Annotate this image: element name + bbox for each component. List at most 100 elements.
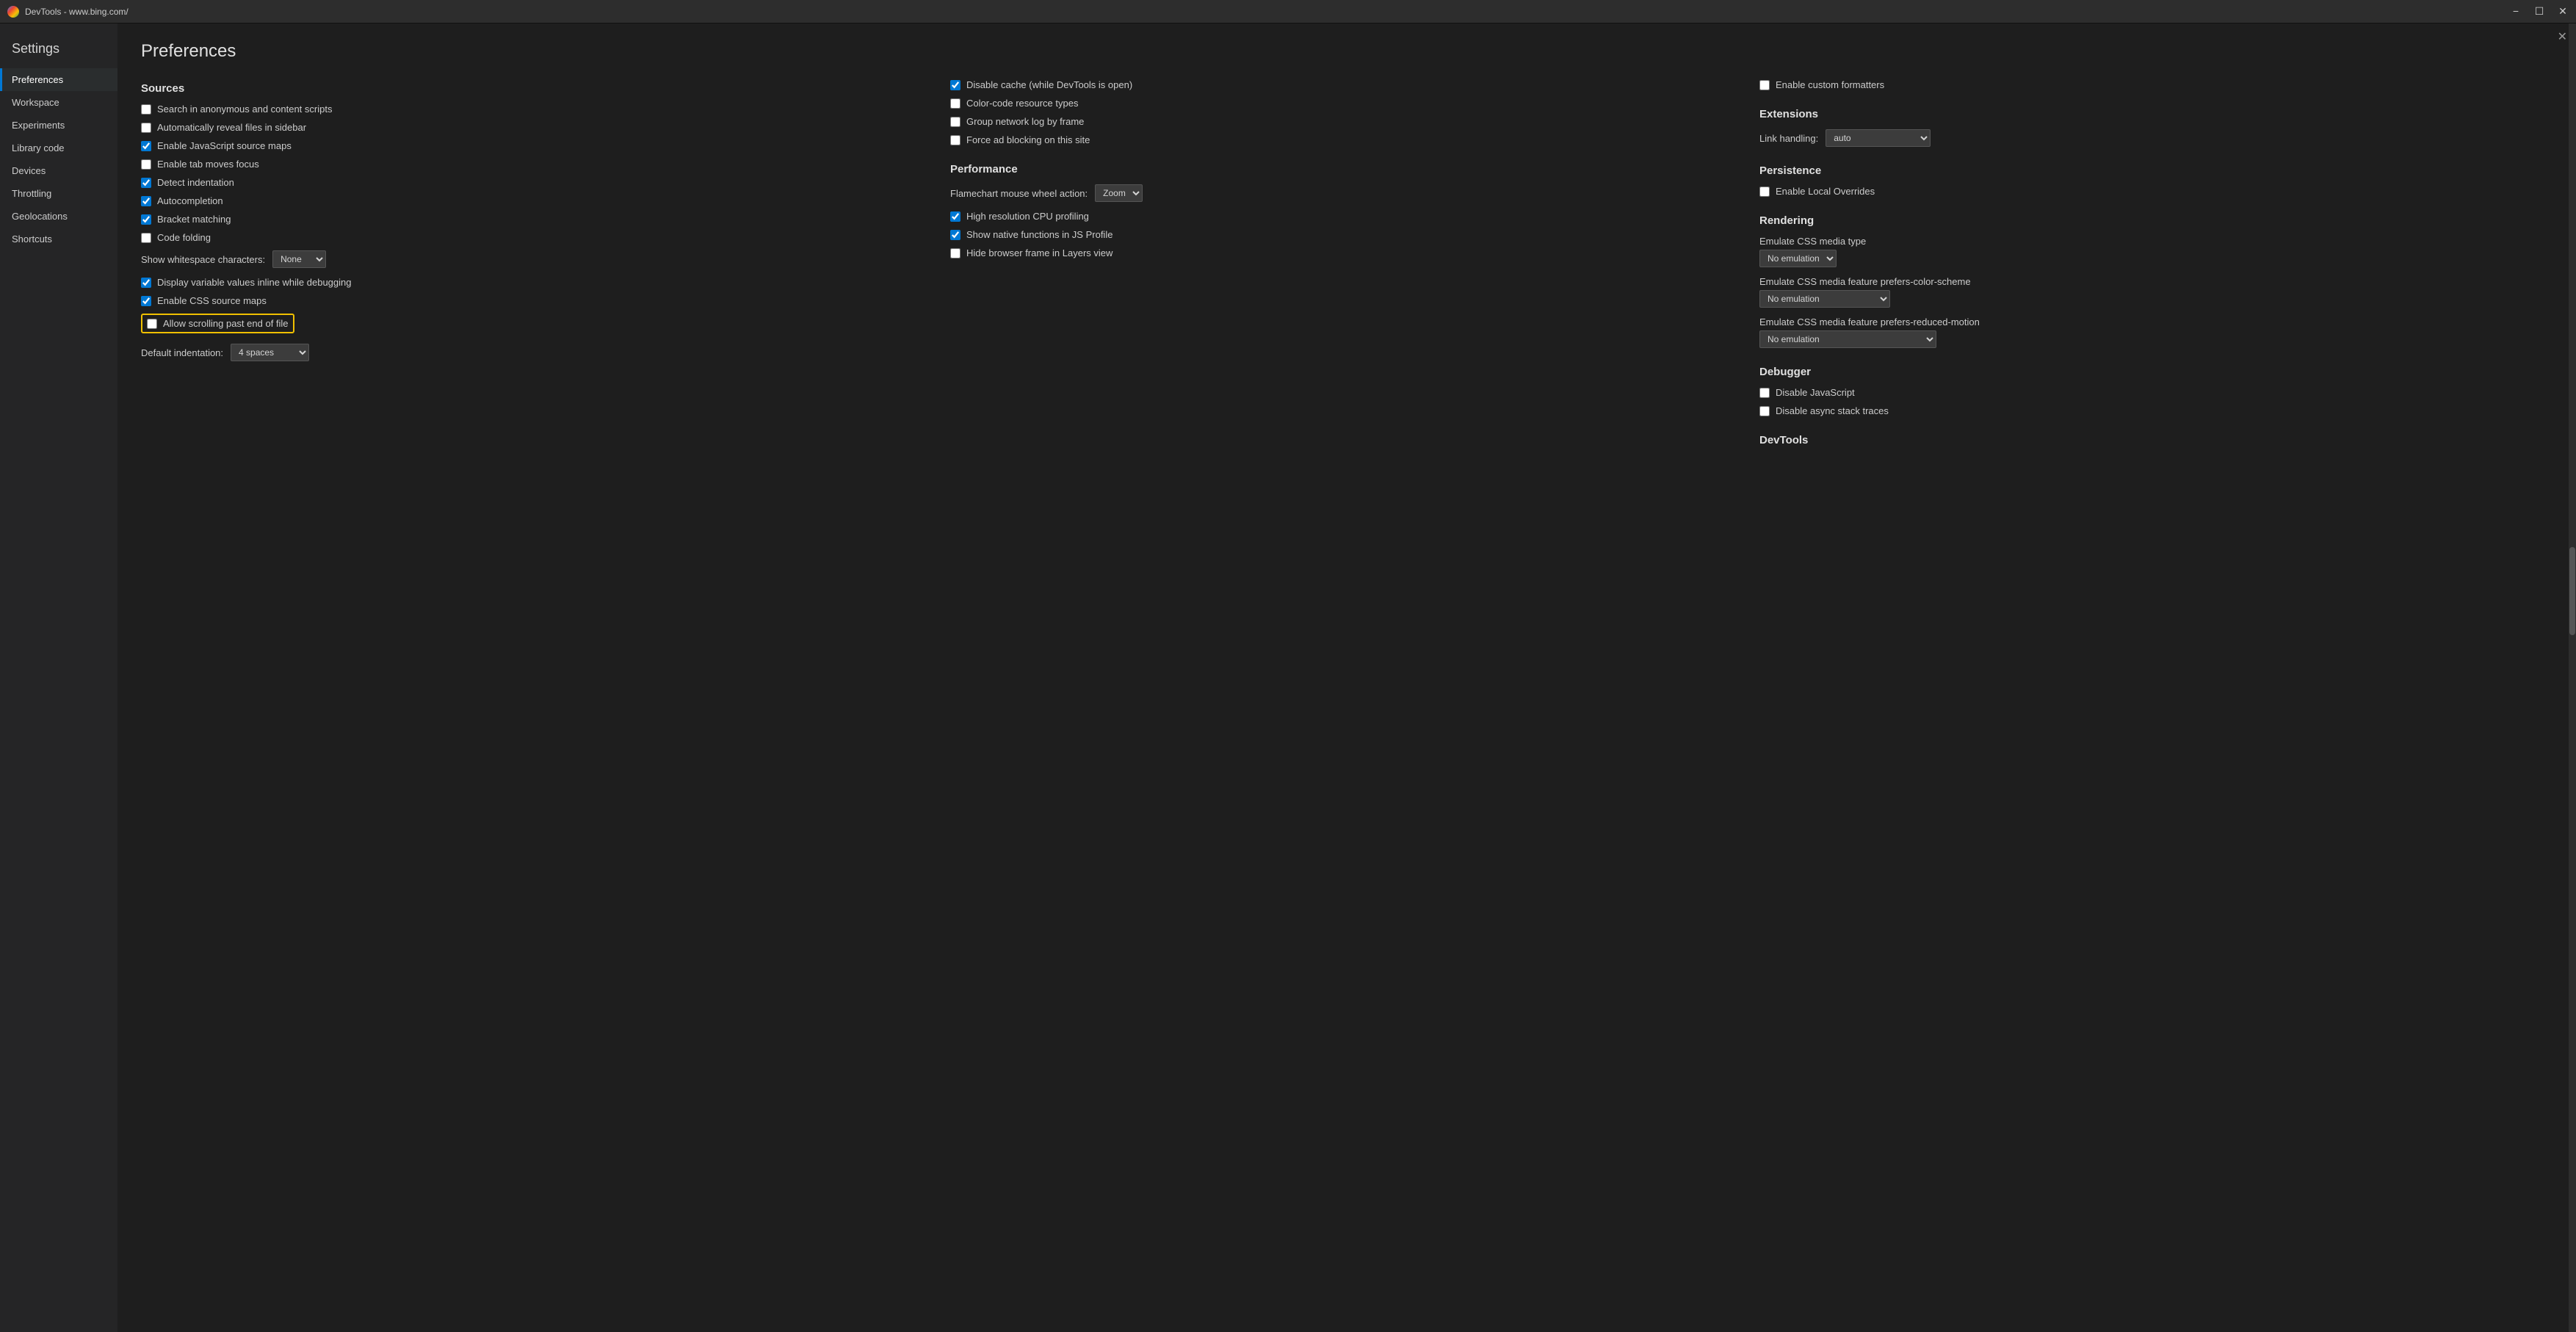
display-var-checkbox[interactable] — [141, 278, 151, 288]
disable-cache-label[interactable]: Disable cache (while DevTools is open) — [966, 79, 1132, 90]
scrollbar-track[interactable] — [2569, 23, 2576, 1332]
enable-local-overrides-checkbox[interactable] — [1759, 187, 1770, 197]
performance-title: Performance — [950, 163, 1736, 175]
disable-js-checkbox[interactable] — [1759, 388, 1770, 398]
default-indent-label: Default indentation: — [141, 347, 223, 358]
sidebar-item-geolocations[interactable]: Geolocations — [0, 205, 117, 228]
auto-reveal-row: Automatically reveal files in sidebar — [141, 122, 927, 133]
enable-css-maps-label[interactable]: Enable CSS source maps — [157, 295, 267, 306]
persistence-section: Persistence Enable Local Overrides — [1759, 164, 2545, 197]
window-title: DevTools - www.bing.com/ — [25, 7, 2504, 17]
detect-indent-label[interactable]: Detect indentation — [157, 177, 234, 188]
show-native-label[interactable]: Show native functions in JS Profile — [966, 229, 1112, 240]
color-code-row: Color-code resource types — [950, 98, 1736, 109]
tab-moves-focus-label[interactable]: Enable tab moves focus — [157, 159, 259, 170]
allow-scrolling-label[interactable]: Allow scrolling past end of file — [163, 318, 289, 329]
search-anon-label[interactable]: Search in anonymous and content scripts — [157, 104, 332, 115]
persistence-title: Persistence — [1759, 164, 2545, 177]
bracket-matching-label[interactable]: Bracket matching — [157, 214, 231, 225]
emulate-reduced-motion-select[interactable]: No emulation prefers-reduced-motion: red… — [1759, 330, 1936, 348]
disable-js-label[interactable]: Disable JavaScript — [1776, 387, 1855, 398]
disable-cache-checkbox[interactable] — [950, 80, 960, 90]
color-code-label[interactable]: Color-code resource types — [966, 98, 1078, 109]
sidebar-item-devices[interactable]: Devices — [0, 159, 117, 182]
tab-moves-focus-checkbox[interactable] — [141, 159, 151, 170]
close-window-button[interactable]: ✕ — [2557, 5, 2569, 18]
hide-browser-frame-checkbox[interactable] — [950, 248, 960, 258]
code-folding-label[interactable]: Code folding — [157, 232, 211, 243]
autocompletion-row: Autocompletion — [141, 195, 927, 206]
hide-browser-frame-label[interactable]: Hide browser frame in Layers view — [966, 247, 1112, 258]
emulate-css-media-label: Emulate CSS media type — [1759, 236, 1866, 247]
sidebar-item-workspace[interactable]: Workspace — [0, 91, 117, 114]
detect-indent-row: Detect indentation — [141, 177, 927, 188]
sidebar-item-shortcuts[interactable]: Shortcuts — [0, 228, 117, 250]
disable-async-label[interactable]: Disable async stack traces — [1776, 405, 1889, 416]
emulate-color-scheme-label: Emulate CSS media feature prefers-color-… — [1759, 276, 1971, 287]
high-res-cpu-label[interactable]: High resolution CPU profiling — [966, 211, 1089, 222]
extensions-section: Extensions Link handling: auto Open in b… — [1759, 108, 2545, 147]
show-native-checkbox[interactable] — [950, 230, 960, 240]
settings-close-button[interactable]: ✕ — [2558, 29, 2567, 44]
group-network-checkbox[interactable] — [950, 117, 960, 127]
autocompletion-label[interactable]: Autocompletion — [157, 195, 223, 206]
app: ✕ Settings Preferences Workspace Experim… — [0, 23, 2576, 1332]
devtools-section: DevTools — [1759, 434, 2545, 446]
default-indent-select[interactable]: 4 spaces 2 spaces 8 spaces Tab character — [231, 344, 309, 361]
group-network-label[interactable]: Group network log by frame — [966, 116, 1084, 127]
emulate-css-media-select[interactable]: No emulation print screen — [1759, 250, 1837, 267]
enable-custom-fmt-label[interactable]: Enable custom formatters — [1776, 79, 1884, 90]
link-handling-select[interactable]: auto Open in browser tab Open in sidebar — [1826, 129, 1931, 147]
display-var-label[interactable]: Display variable values inline while deb… — [157, 277, 352, 288]
sidebar-item-library-code[interactable]: Library code — [0, 137, 117, 159]
code-folding-row: Code folding — [141, 232, 927, 243]
sidebar-item-experiments[interactable]: Experiments — [0, 114, 117, 137]
enable-js-maps-row: Enable JavaScript source maps — [141, 140, 927, 151]
sources-section: Sources Search in anonymous and content … — [141, 82, 927, 361]
sources-title: Sources — [141, 82, 927, 95]
autocompletion-checkbox[interactable] — [141, 196, 151, 206]
detect-indent-checkbox[interactable] — [141, 178, 151, 188]
devtools-title: DevTools — [1759, 434, 2545, 446]
high-res-cpu-checkbox[interactable] — [950, 211, 960, 222]
disable-async-checkbox[interactable] — [1759, 406, 1770, 416]
force-ad-blocking-label[interactable]: Force ad blocking on this site — [966, 134, 1090, 145]
auto-reveal-label[interactable]: Automatically reveal files in sidebar — [157, 122, 306, 133]
code-folding-checkbox[interactable] — [141, 233, 151, 243]
minimize-button[interactable]: − — [2510, 5, 2522, 18]
network-section: Disable cache (while DevTools is open) C… — [950, 79, 1736, 145]
sidebar-item-label: Experiments — [12, 120, 65, 131]
bracket-matching-checkbox[interactable] — [141, 214, 151, 225]
enable-js-maps-checkbox[interactable] — [141, 141, 151, 151]
force-ad-blocking-checkbox[interactable] — [950, 135, 960, 145]
sidebar-item-preferences[interactable]: Preferences — [0, 68, 117, 91]
force-ad-blocking-row: Force ad blocking on this site — [950, 134, 1736, 145]
high-res-cpu-row: High resolution CPU profiling — [950, 211, 1736, 222]
search-anon-checkbox[interactable] — [141, 104, 151, 115]
extensions-title: Extensions — [1759, 108, 2545, 120]
enable-custom-fmt-checkbox[interactable] — [1759, 80, 1770, 90]
enable-local-overrides-row: Enable Local Overrides — [1759, 186, 2545, 197]
scrollbar-thumb[interactable] — [2569, 547, 2575, 635]
flamechart-select[interactable]: Zoom Scroll — [1095, 184, 1143, 202]
sidebar-item-throttling[interactable]: Throttling — [0, 182, 117, 205]
hide-browser-frame-row: Hide browser frame in Layers view — [950, 247, 1736, 258]
sidebar-item-label: Workspace — [12, 97, 59, 108]
flamechart-row: Flamechart mouse wheel action: Zoom Scro… — [950, 184, 1736, 202]
enable-local-overrides-label[interactable]: Enable Local Overrides — [1776, 186, 1875, 197]
enable-css-maps-checkbox[interactable] — [141, 296, 151, 306]
allow-scrolling-checkbox[interactable] — [147, 319, 157, 329]
sidebar-item-label: Preferences — [12, 74, 63, 85]
performance-section: Performance Flamechart mouse wheel actio… — [950, 163, 1736, 258]
color-code-checkbox[interactable] — [950, 98, 960, 109]
disable-js-row: Disable JavaScript — [1759, 387, 2545, 398]
default-indent-row: Default indentation: 4 spaces 2 spaces 8… — [141, 344, 927, 361]
whitespace-select[interactable]: None Trailing All — [272, 250, 326, 268]
emulate-reduced-motion-row: Emulate CSS media feature prefers-reduce… — [1759, 316, 2545, 348]
sidebar-item-label: Throttling — [12, 188, 51, 199]
auto-reveal-checkbox[interactable] — [141, 123, 151, 133]
emulate-color-scheme-select[interactable]: No emulation prefers-color-scheme: light… — [1759, 290, 1890, 308]
enable-js-maps-label[interactable]: Enable JavaScript source maps — [157, 140, 292, 151]
maximize-button[interactable]: ☐ — [2533, 5, 2545, 18]
preferences-content: Preferences Sources Search in anonymous … — [117, 23, 2569, 1332]
